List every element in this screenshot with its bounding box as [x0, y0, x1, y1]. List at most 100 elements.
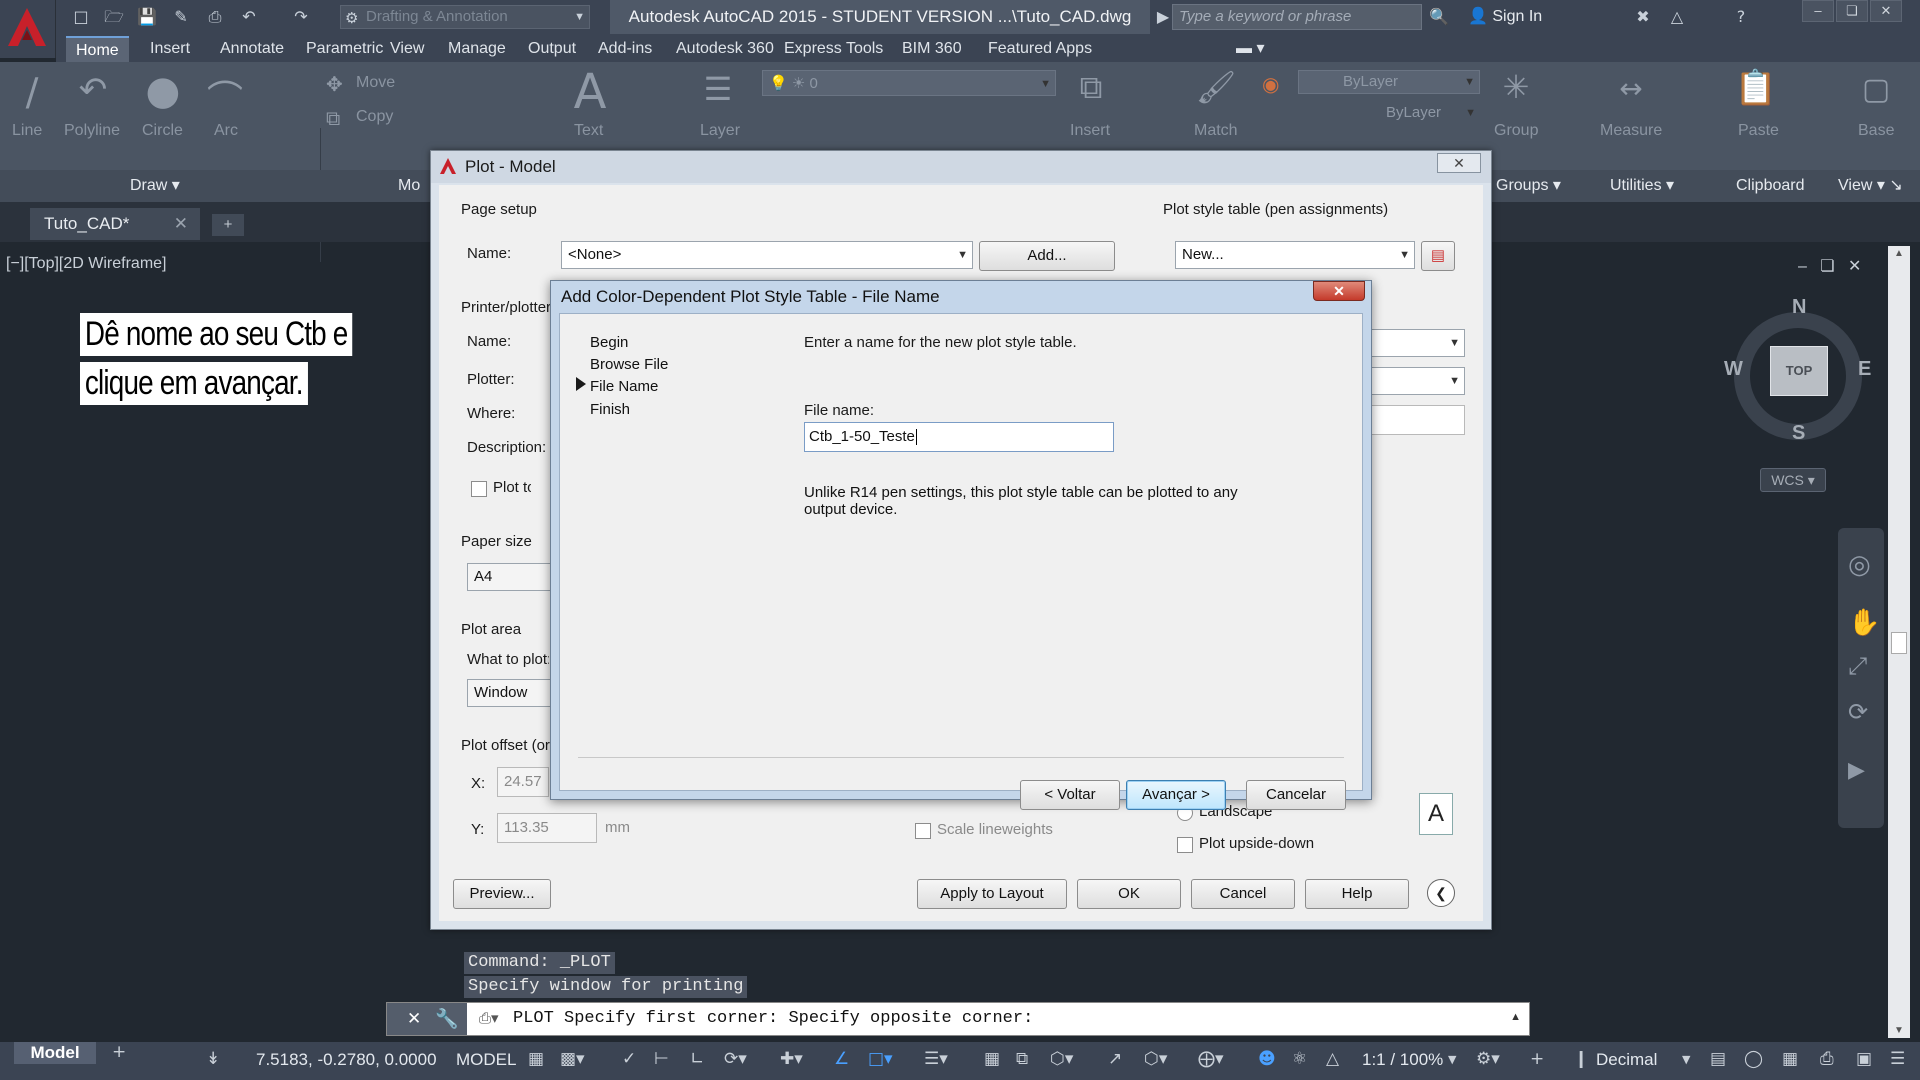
- close-icon[interactable]: ✕: [174, 208, 188, 240]
- compass-north[interactable]: N: [1792, 296, 1806, 319]
- object-snap-tracking-icon[interactable]: ∠: [834, 1049, 849, 1069]
- insert-tool-label[interactable]: Insert: [1070, 122, 1110, 140]
- plot-style-table-dropdown[interactable]: New... ▼: [1175, 241, 1415, 269]
- scroll-thumb[interactable]: [1891, 632, 1907, 654]
- viewport-controls-label[interactable]: [−][Top][2D Wireframe]: [6, 255, 167, 273]
- open-file-icon[interactable]: 🗁: [103, 6, 125, 28]
- annotation-monitor-icon[interactable]: +: [1530, 1049, 1544, 1069]
- hardware-acceleration-icon[interactable]: ⎙: [1820, 1049, 1834, 1069]
- plot-close-button[interactable]: ✕: [1437, 153, 1481, 173]
- page-setup-name-dropdown[interactable]: <None> ▼: [561, 241, 973, 269]
- compass-south[interactable]: S: [1792, 422, 1805, 445]
- pan-icon[interactable]: ✋: [1848, 608, 1880, 638]
- move-icon[interactable]: ✥: [326, 72, 343, 96]
- file-name-input[interactable]: Ctb_1-50_Teste: [804, 422, 1114, 452]
- dpi-field[interactable]: [1369, 405, 1465, 435]
- preview-button[interactable]: Preview...: [453, 879, 551, 909]
- workspace-switching-icon[interactable]: ⚙▾: [1476, 1049, 1500, 1069]
- customization-menu-icon[interactable]: ☰: [1890, 1049, 1905, 1069]
- scale-menu-chevron-icon[interactable]: ▼: [1448, 1053, 1456, 1066]
- redo-icon[interactable]: ↷: [290, 6, 312, 28]
- orbit-icon[interactable]: ⟳: [1848, 698, 1868, 726]
- application-menu-button[interactable]: [0, 0, 56, 58]
- tab-output[interactable]: Output: [518, 36, 586, 62]
- units-menu-chevron-icon[interactable]: ▼: [1682, 1053, 1690, 1066]
- polar-tracking-icon[interactable]: ⟳▾: [724, 1049, 747, 1069]
- command-line[interactable]: ✕ 🔧 ⎙▾ PLOT Specify first corner: Specif…: [386, 1002, 1530, 1036]
- dynamic-input-icon[interactable]: ⊢: [654, 1049, 669, 1069]
- line-tool-label[interactable]: Line: [12, 122, 42, 140]
- close-window-button[interactable]: ✕: [1870, 0, 1902, 22]
- insert-block-icon[interactable]: ⧉: [1066, 68, 1116, 107]
- snap-icon[interactable]: ▩▾: [560, 1049, 585, 1069]
- cancel-button[interactable]: Cancel: [1191, 879, 1295, 909]
- plot-to-file-checkbox[interactable]: [471, 481, 487, 497]
- annotation-visibility-icon[interactable]: ☻: [1258, 1049, 1276, 1069]
- polyline-tool-icon[interactable]: ↶: [68, 70, 118, 110]
- viewport-close-icon[interactable]: ✕: [1848, 258, 1861, 275]
- isolate-objects-icon[interactable]: ▦: [1782, 1049, 1798, 1069]
- workspace-dropdown[interactable]: ⚙ Drafting & Annotation ▼: [340, 5, 590, 29]
- annotation-scale-icon[interactable]: △: [1326, 1049, 1339, 1069]
- plot-dialog-titlebar[interactable]: Plot - Model ✕: [431, 151, 1491, 183]
- ribbon-options-icon[interactable]: ▬ ▾: [1226, 36, 1274, 62]
- selection-filter-icon[interactable]: ⬡▾: [1144, 1049, 1167, 1069]
- help-icon[interactable]: ?: [1730, 6, 1752, 28]
- compass-east[interactable]: E: [1858, 358, 1871, 381]
- viewcube-top-face[interactable]: TOP: [1770, 346, 1828, 396]
- match-properties-icon[interactable]: 🖌: [1194, 68, 1238, 106]
- tab-insert[interactable]: Insert: [140, 36, 200, 62]
- text-tool-label[interactable]: Text: [574, 122, 603, 140]
- wizard-cancel-button[interactable]: Cancelar: [1246, 780, 1346, 810]
- tab-annotate[interactable]: Annotate: [210, 36, 294, 62]
- vertical-scrollbar[interactable]: ▲ ▼: [1888, 246, 1910, 1038]
- color-dropdown[interactable]: ByLayer ▼: [1298, 70, 1480, 94]
- tab-bim-360[interactable]: BIM 360: [892, 36, 972, 62]
- tab-parametric[interactable]: Parametric: [296, 36, 393, 62]
- plot-upside-down-checkbox[interactable]: [1177, 837, 1193, 853]
- steering-wheel-icon[interactable]: ◎: [1848, 550, 1871, 580]
- add-layout-icon[interactable]: +: [112, 1042, 126, 1062]
- viewcube[interactable]: TOP N S E W: [1718, 296, 1878, 456]
- arc-tool-label[interactable]: Arc: [214, 122, 238, 140]
- showmotion-icon[interactable]: ▶: [1848, 758, 1865, 783]
- wizard-close-button[interactable]: ✕: [1313, 281, 1365, 301]
- wcs-menu[interactable]: WCS ▾: [1760, 468, 1826, 492]
- selection-cycling-icon[interactable]: ⧉: [1016, 1049, 1028, 1069]
- copy-tool-label[interactable]: Copy: [356, 108, 393, 126]
- tab-home[interactable]: Home: [66, 36, 129, 62]
- circle-tool-label[interactable]: Circle: [142, 122, 183, 140]
- offset-y-input[interactable]: 113.35: [497, 813, 597, 843]
- panel-groups[interactable]: Groups ▾: [1496, 170, 1561, 202]
- panel-view[interactable]: View ▾ ↘: [1838, 170, 1903, 202]
- measure-tool-label[interactable]: Measure: [1600, 122, 1662, 140]
- more-options-icon[interactable]: ❮: [1427, 879, 1455, 907]
- circle-tool-icon[interactable]: ●: [138, 68, 188, 114]
- panel-draw[interactable]: Draw ▾: [130, 170, 180, 202]
- panel-clipboard[interactable]: Clipboard: [1736, 170, 1804, 202]
- grid-icon[interactable]: ▦: [528, 1049, 544, 1069]
- undo-icon[interactable]: ↶: [238, 6, 260, 28]
- units-value[interactable]: Decimal: [1596, 1050, 1657, 1070]
- ortho-icon[interactable]: ∟: [690, 1049, 704, 1069]
- gizmo-icon[interactable]: ⨁▾: [1198, 1049, 1224, 1069]
- group-tool-label[interactable]: Group: [1494, 122, 1538, 140]
- layer-dropdown[interactable]: 💡 ☀ 0 ▼: [762, 70, 1056, 96]
- polyline-tool-label[interactable]: Polyline: [64, 122, 120, 140]
- scroll-up-arrow-icon[interactable]: ▲: [1888, 248, 1910, 259]
- exchange-apps-icon[interactable]: ✖: [1632, 6, 1654, 28]
- auto-scale-icon[interactable]: ⚛: [1292, 1049, 1307, 1069]
- tab-featured-apps[interactable]: Featured Apps: [978, 36, 1102, 62]
- quality-dropdown[interactable]: ▼: [1369, 367, 1465, 395]
- help-button[interactable]: Help: [1305, 879, 1409, 909]
- lineweight-dropdown[interactable]: ByLayer ▼: [1298, 102, 1480, 126]
- infer-constraints-icon[interactable]: ✓: [622, 1049, 636, 1069]
- what-to-plot-dropdown[interactable]: Window: [467, 679, 551, 707]
- offset-x-input[interactable]: 24.57: [497, 767, 549, 797]
- search-input[interactable]: Type a keyword or phrase: [1172, 4, 1422, 30]
- next-button[interactable]: Avançar >: [1126, 780, 1226, 810]
- tab-express-tools[interactable]: Express Tools: [774, 36, 893, 62]
- save-as-icon[interactable]: ✎: [170, 6, 192, 28]
- plot-icon[interactable]: ⎙: [204, 6, 226, 28]
- file-tab-tuto-cad[interactable]: Tuto_CAD* ✕: [30, 208, 200, 240]
